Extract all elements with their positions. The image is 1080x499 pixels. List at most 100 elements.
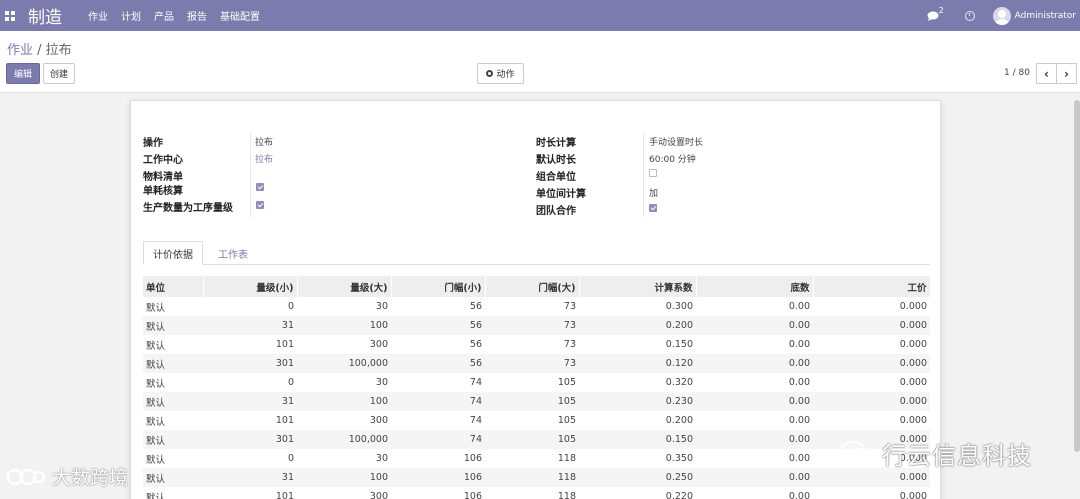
edit-button[interactable]: 编辑 <box>6 63 40 84</box>
column-header-width-min[interactable]: 门幅(小) <box>391 276 486 297</box>
cell-coefficient: 0.200 <box>579 316 696 335</box>
cell-level-max: 100,000 <box>297 354 391 373</box>
watermark-right: 行云信息科技 <box>838 436 1032 471</box>
watermark-left: 大数跨境 <box>6 463 128 490</box>
menu-item-products[interactable]: 产品 <box>154 8 174 23</box>
column-header-base[interactable]: 底数 <box>696 276 814 297</box>
cell-level-max: 30 <box>375 453 388 464</box>
cell-level-max: 30 <box>375 377 388 388</box>
cell-width-max: 118 <box>557 453 576 464</box>
cell-width-max: 105 <box>485 430 579 449</box>
cell-level-min: 101 <box>275 415 294 426</box>
field-label-default-duration: 默认时长 <box>536 155 576 166</box>
cell-width-min: 74 <box>469 377 482 388</box>
column-header-coefficient[interactable]: 计算系数 <box>579 276 697 297</box>
table-row[interactable]: 默认 31 100 56 73 0.200 0.00 0.000 <box>143 316 930 335</box>
production-qty-checkbox[interactable] <box>256 201 264 209</box>
cell-unit: 默认 <box>146 492 166 499</box>
table-row[interactable]: 默认 101 300 56 73 0.150 0.00 0.000 <box>143 335 930 354</box>
create-button[interactable]: 创建 <box>43 63 75 84</box>
menu-item-planning[interactable]: 计划 <box>121 8 141 23</box>
cell-level-min: 101 <box>275 339 294 350</box>
field-value-duration-calc[interactable]: 手动设置时长 <box>649 135 703 148</box>
gear-icon <box>486 70 494 77</box>
apps-grid-icon[interactable] <box>3 9 17 23</box>
form-sheet: 操作 工作中心 物料清单 单耗核算 生产数量为工序量级 拉布 拉布 时长计算 默… <box>130 100 941 499</box>
app-title[interactable]: 制造 <box>28 3 62 28</box>
cell-base: 0.00 <box>696 430 813 449</box>
table-row[interactable]: 默认 301 100,000 74 105 0.150 0.00 0.000 <box>143 430 930 449</box>
cell-width-min: 74 <box>391 392 485 411</box>
cell-coefficient: 0.150 <box>579 430 696 449</box>
column-header-wage[interactable]: 工价 <box>813 276 931 297</box>
table-row[interactable]: 默认 0 30 56 73 0.300 0.00 0.000 <box>143 297 930 316</box>
tab-pricing-basis[interactable]: 计价依据 <box>143 241 203 265</box>
menu-item-operations[interactable]: 作业 <box>88 8 108 23</box>
cell-width-max: 105 <box>485 392 579 411</box>
field-value-unit-calc[interactable]: 加 <box>649 186 658 199</box>
breadcrumb-separator: / <box>33 43 46 58</box>
field-label-workcenter: 工作中心 <box>143 155 183 166</box>
cell-unit: 默认 <box>146 302 166 314</box>
cell-base: 0.00 <box>696 468 813 487</box>
menu-item-reports[interactable]: 报告 <box>187 8 207 23</box>
cell-width-min: 106 <box>463 491 482 499</box>
cell-level-max: 100 <box>297 316 391 335</box>
table-row[interactable]: 默认 101 300 74 105 0.200 0.00 0.000 <box>143 411 930 430</box>
cell-coefficient: 0.200 <box>665 415 693 426</box>
field-label-teamwork: 团队合作 <box>536 206 576 217</box>
cell-base: 0.00 <box>788 453 810 464</box>
pager-next-button[interactable]: › <box>1056 63 1077 84</box>
cell-wage: 0.000 <box>899 415 927 426</box>
combined-unit-checkbox[interactable] <box>649 169 657 177</box>
avatar[interactable] <box>992 6 1011 25</box>
table-row[interactable]: 默认 31 100 106 118 0.250 0.00 0.000 <box>143 468 930 487</box>
field-value-workcenter[interactable]: 拉布 <box>255 152 273 165</box>
table-row[interactable]: 默认 31 100 74 105 0.230 0.00 0.000 <box>143 392 930 411</box>
teamwork-checkbox[interactable] <box>649 204 657 212</box>
menu-item-configuration[interactable]: 基础配置 <box>220 8 260 23</box>
breadcrumb-parent[interactable]: 作业 <box>7 43 33 58</box>
action-label: 动作 <box>496 70 515 80</box>
chat-count-badge: 2 <box>938 5 944 15</box>
user-name[interactable]: Administrator <box>1015 11 1076 21</box>
field-divider-left <box>250 133 251 217</box>
cell-coefficient: 0.300 <box>665 301 693 312</box>
pager-previous-button[interactable]: ‹ <box>1036 63 1057 84</box>
cell-base: 0.00 <box>788 339 810 350</box>
field-value-default-duration[interactable]: 60:00 分钟 <box>649 152 696 165</box>
column-header-unit[interactable]: 单位 <box>143 276 204 297</box>
watermark-logo-icon <box>6 468 46 485</box>
field-label-unit-cost: 单耗核算 <box>143 186 183 197</box>
action-button[interactable]: 动作 <box>477 63 524 84</box>
cell-level-max: 300 <box>369 491 388 499</box>
cell-level-max: 100,000 <box>297 430 391 449</box>
clock-icon[interactable] <box>964 10 975 21</box>
cell-wage: 0.000 <box>899 339 927 350</box>
column-header-width-max[interactable]: 门幅(大) <box>485 276 580 297</box>
cell-wage: 0.000 <box>813 316 930 335</box>
unit-cost-checkbox[interactable] <box>256 183 264 191</box>
column-header-level-max[interactable]: 量级(大) <box>297 276 392 297</box>
cell-width-max: 118 <box>485 468 579 487</box>
cell-level-max: 100 <box>297 392 391 411</box>
table-row[interactable]: 默认 301 100,000 56 73 0.120 0.00 0.000 <box>143 354 930 373</box>
cell-level-min: 301 <box>203 430 297 449</box>
table-row[interactable]: 默认 0 30 74 105 0.320 0.00 0.000 <box>143 373 930 392</box>
table-row[interactable]: 默认 101 300 106 118 0.220 0.00 0.000 <box>143 487 930 499</box>
table-row[interactable]: 默认 0 30 106 118 0.350 0.00 0.000 <box>143 449 930 468</box>
page-scrollbar[interactable] <box>1074 100 1080 452</box>
cell-level-min: 31 <box>203 468 297 487</box>
wechat-icon <box>840 440 875 466</box>
cell-coefficient: 0.220 <box>665 491 693 499</box>
breadcrumb-current: 拉布 <box>45 43 72 58</box>
tab-worksheet[interactable]: 工作表 <box>209 241 257 265</box>
control-panel: 作业 / 拉布 编辑 创建 动作 1 / 80 ‹ › <box>0 31 1080 93</box>
field-value-operation[interactable]: 拉布 <box>255 135 273 148</box>
chat-icon[interactable]: 2 <box>927 6 944 21</box>
cell-coefficient: 0.320 <box>665 377 693 388</box>
cell-level-min: 31 <box>203 392 297 411</box>
pager-value[interactable]: 1 / 80 <box>1004 68 1030 78</box>
cell-unit: 默认 <box>146 340 166 352</box>
column-header-level-min[interactable]: 量级(小) <box>203 276 298 297</box>
